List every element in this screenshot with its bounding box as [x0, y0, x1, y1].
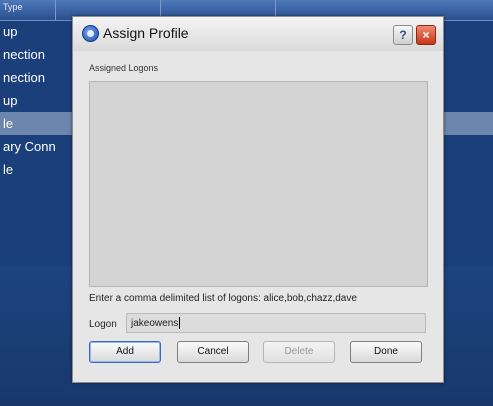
assigned-logons-list[interactable] [89, 81, 428, 287]
dialog-titlebar[interactable]: Assign Profile ? × [73, 17, 443, 51]
add-button[interactable]: Add [89, 341, 161, 363]
column-header-type[interactable]: Type [3, 2, 23, 12]
assign-profile-app-icon [82, 25, 99, 42]
column-separator[interactable] [55, 0, 56, 20]
cancel-button[interactable]: Cancel [177, 341, 249, 363]
logon-instruction-text: Enter a comma delimited list of logons: … [89, 293, 357, 304]
done-button[interactable]: Done [350, 341, 422, 363]
logon-input-value: jakeowens [131, 318, 179, 329]
close-icon: × [422, 28, 430, 42]
text-caret [179, 317, 181, 330]
assign-profile-dialog: Assign Profile ? × Assigned Logons Enter… [72, 16, 444, 383]
help-button[interactable]: ? [393, 25, 413, 45]
logon-input[interactable]: jakeowens [126, 313, 426, 333]
delete-button[interactable]: Delete [263, 341, 335, 363]
help-icon: ? [399, 28, 407, 42]
dialog-title: Assign Profile [103, 25, 189, 41]
assigned-logons-label: Assigned Logons [89, 63, 159, 73]
close-button[interactable]: × [416, 25, 436, 45]
logon-label: Logon [89, 319, 117, 330]
